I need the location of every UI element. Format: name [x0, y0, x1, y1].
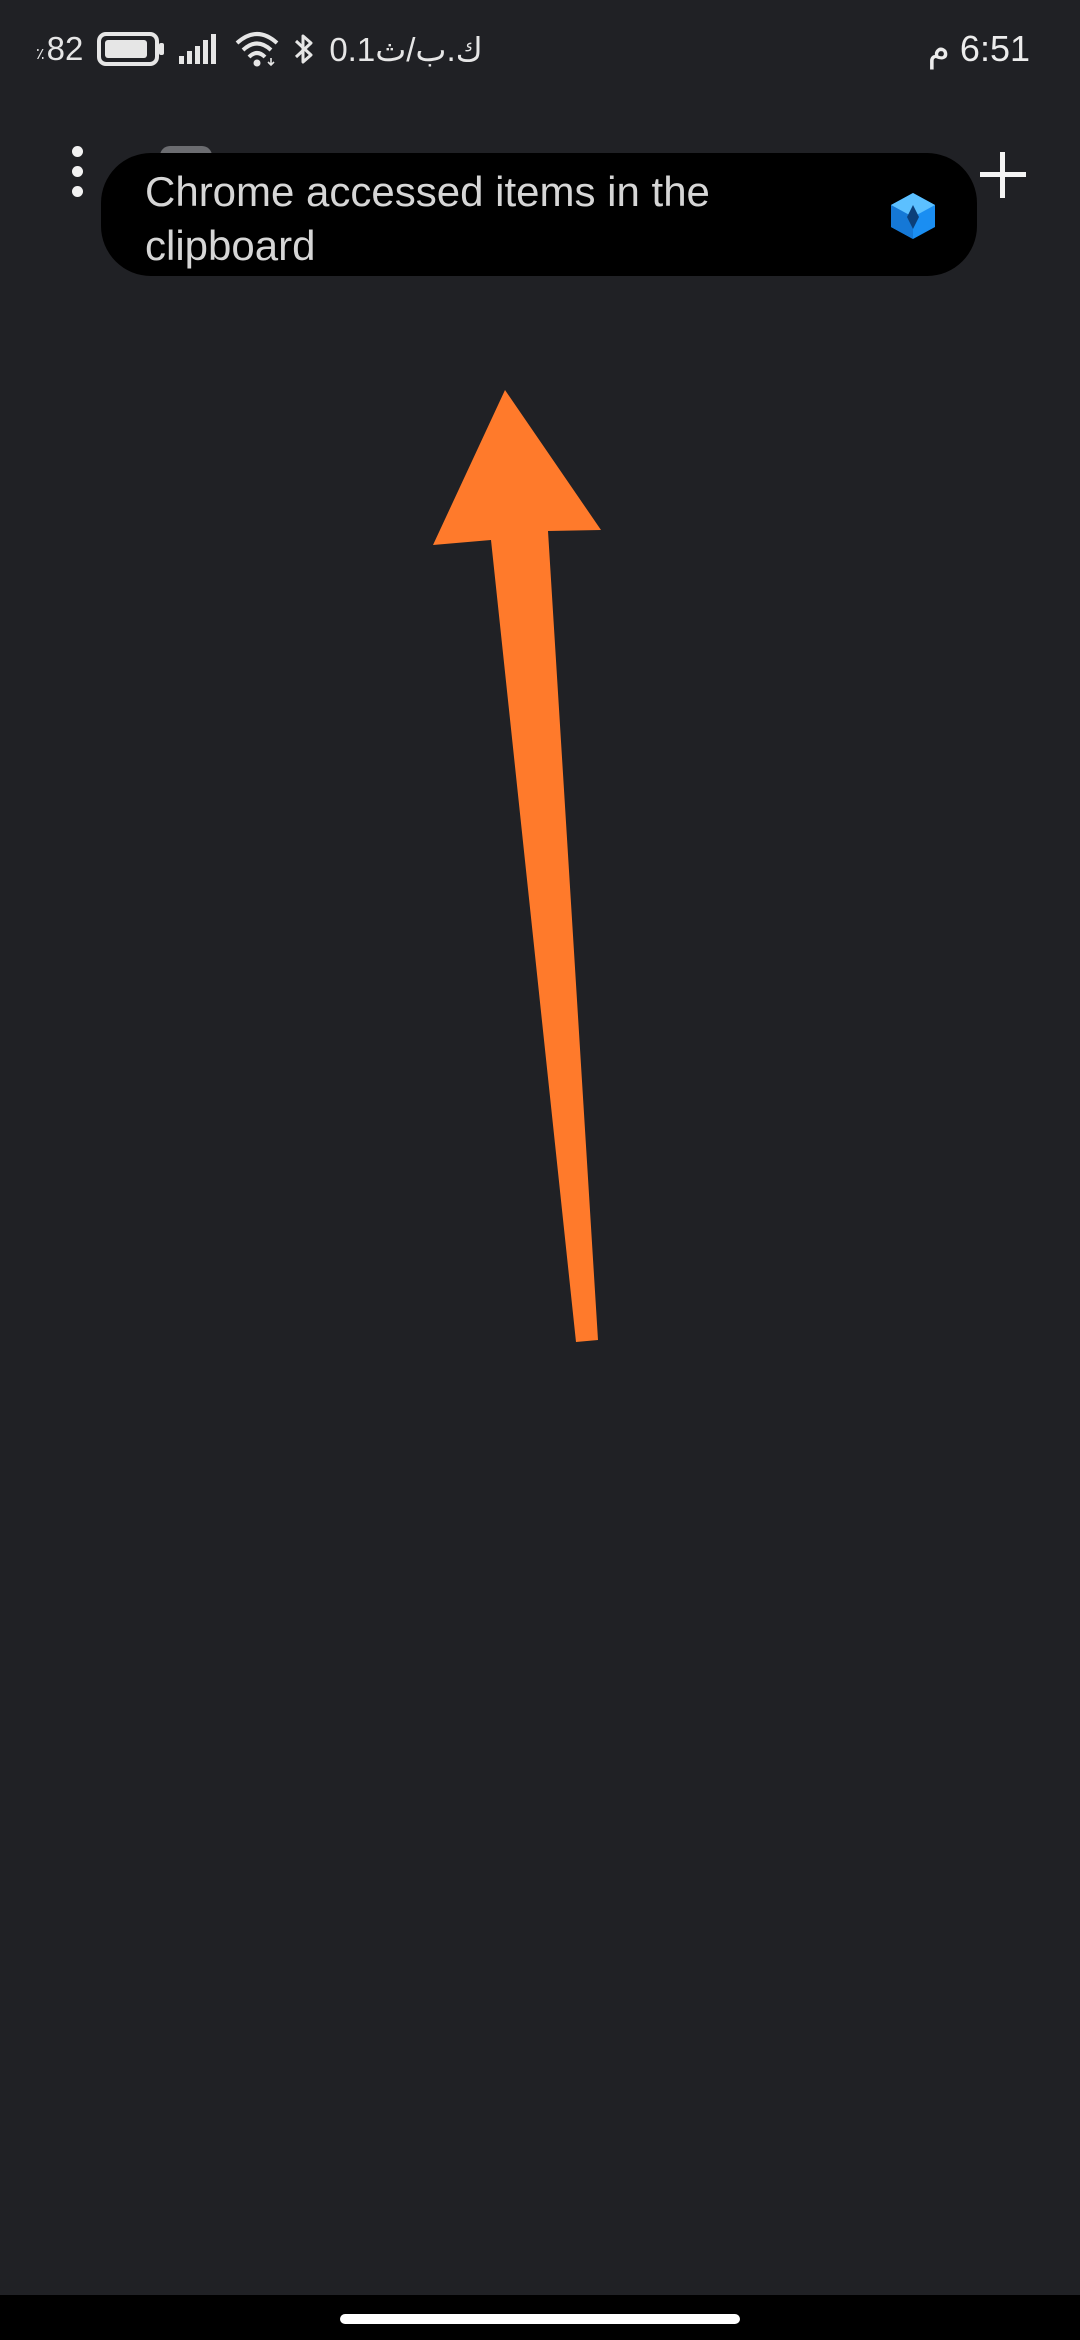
wifi-icon — [235, 31, 279, 67]
app-cube-icon — [889, 191, 937, 241]
signal-icon — [179, 34, 221, 64]
menu-dot — [71, 186, 83, 197]
navigation-bar — [0, 2295, 1080, 2340]
annotation-arrow — [433, 390, 601, 1342]
screen: ٪ 82 0.1ك.ب/ث 6:51 م Chrome accessed ite… — [0, 0, 1080, 2340]
home-indicator[interactable] — [340, 2314, 740, 2324]
plus-icon[interactable] — [976, 148, 1030, 202]
menu-dot — [71, 166, 83, 177]
battery-percent-value: 82 — [46, 30, 84, 67]
more-vert-icon[interactable] — [62, 146, 92, 202]
banner-message: Chrome accessed items in the clipboard — [145, 168, 710, 269]
clipboard-access-banner[interactable]: Chrome accessed items in the clipboard — [101, 153, 977, 276]
battery-icon — [97, 32, 165, 66]
menu-dot — [71, 146, 83, 157]
status-time: 6:51 م — [927, 28, 1030, 69]
network-speed: 0.1ك.ب/ث — [329, 30, 483, 68]
status-bar: ٪ 82 0.1ك.ب/ث 6:51 م — [0, 0, 1080, 100]
bluetooth-icon — [293, 31, 315, 67]
battery-percentage: ٪ 82 — [36, 30, 83, 68]
status-left-group: ٪ 82 0.1ك.ب/ث — [36, 26, 483, 72]
percent-sign: ٪ — [36, 46, 45, 63]
